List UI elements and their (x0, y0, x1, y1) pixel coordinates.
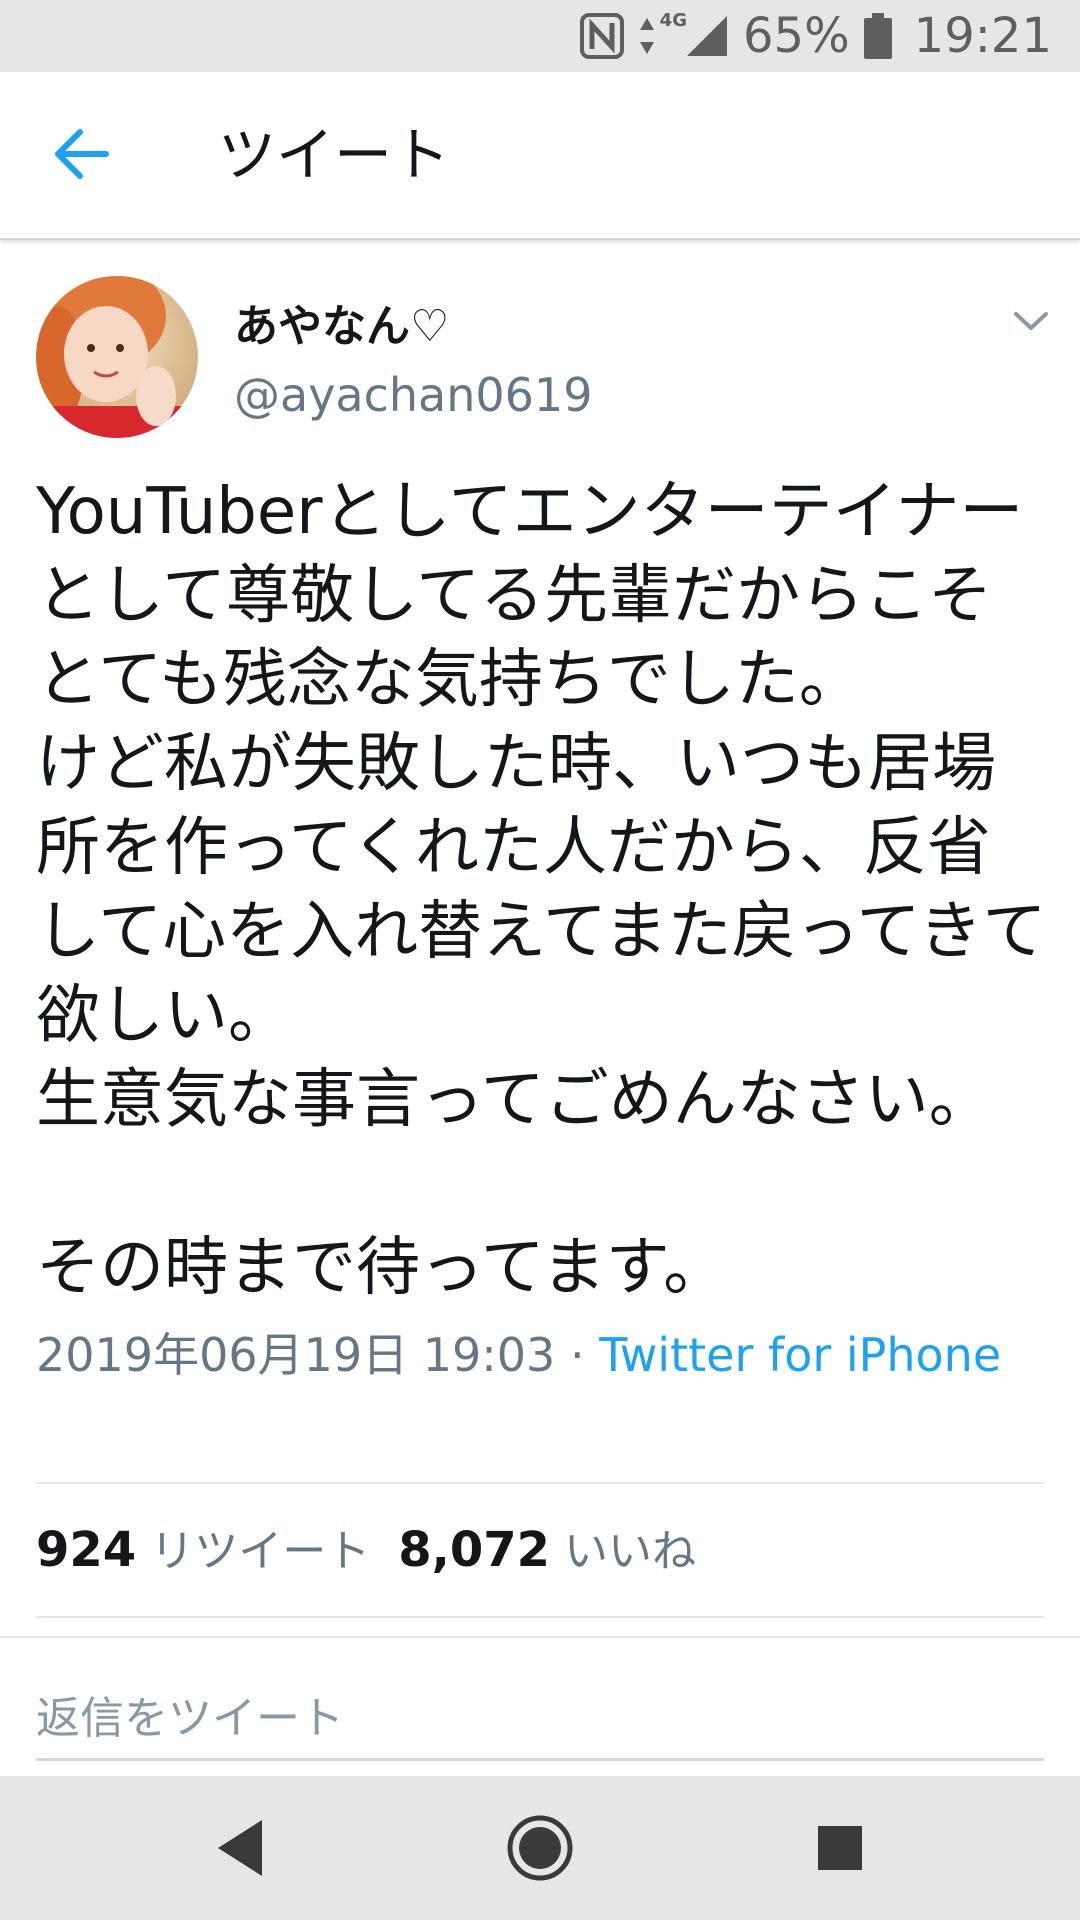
reply-underline (36, 1758, 1044, 1761)
network-type: 4G (659, 10, 687, 31)
app-bar: ツイート (0, 72, 1080, 240)
divider (36, 1482, 1044, 1484)
retweets-stat[interactable]: 924 リツイート (36, 1512, 370, 1590)
likes-label: いいね (564, 1526, 697, 1577)
nav-recents-button[interactable] (804, 1812, 876, 1884)
tweet-timestamp[interactable]: 2019年06月19日 19:03 (36, 1328, 555, 1382)
battery-percent: 65% (742, 8, 850, 64)
likes-stat[interactable]: 8,072 いいね (398, 1512, 696, 1590)
back-button[interactable] (52, 124, 124, 184)
retweets-label: リツイート (150, 1526, 371, 1577)
user-handle[interactable]: @ayachan0619 (234, 368, 592, 422)
retweets-count: 924 (36, 1522, 137, 1578)
display-name[interactable]: あやなん♡ (234, 290, 449, 354)
clock: 19:21 (913, 8, 1052, 64)
arrow-left-icon (55, 129, 109, 179)
data-arrows-icon (639, 18, 654, 54)
status-right: 4G 65% 19:21 (579, 0, 1052, 72)
nav-home-button[interactable] (504, 1812, 576, 1884)
status-bar: 4G 65% 19:21 (0, 0, 1080, 72)
page-title: ツイート (218, 121, 451, 189)
tweet-meta: 2019年06月19日 19:03 · Twitter for iPhone (36, 1324, 1036, 1386)
reply-input[interactable] (36, 1676, 1044, 1760)
chevron-down-icon (1014, 312, 1048, 330)
divider (36, 1616, 1044, 1618)
battery-icon (863, 13, 892, 59)
meta-separator: · (555, 1328, 600, 1382)
nav-back-icon (218, 1820, 262, 1876)
tweet-source-link[interactable]: Twitter for iPhone (599, 1328, 1001, 1382)
tweet-text: YouTuberとしてエンターテイナーとして尊敬してる先輩だからこそとても残念な… (36, 475, 1047, 1305)
nav-back-button[interactable] (204, 1812, 276, 1884)
nav-home-icon (507, 1815, 573, 1881)
system-nav-bar (0, 1776, 1080, 1920)
signal-icon (686, 16, 727, 56)
nav-recents-icon (818, 1826, 862, 1870)
nfc-icon (579, 13, 624, 59)
likes-count: 8,072 (398, 1522, 551, 1578)
tweet-menu-button[interactable] (1010, 300, 1052, 342)
avatar[interactable] (36, 276, 198, 438)
tweet-stats: 924 リツイート 8,072 いいね (36, 1512, 696, 1590)
divider (0, 1636, 1080, 1638)
profile-photo (36, 276, 198, 438)
